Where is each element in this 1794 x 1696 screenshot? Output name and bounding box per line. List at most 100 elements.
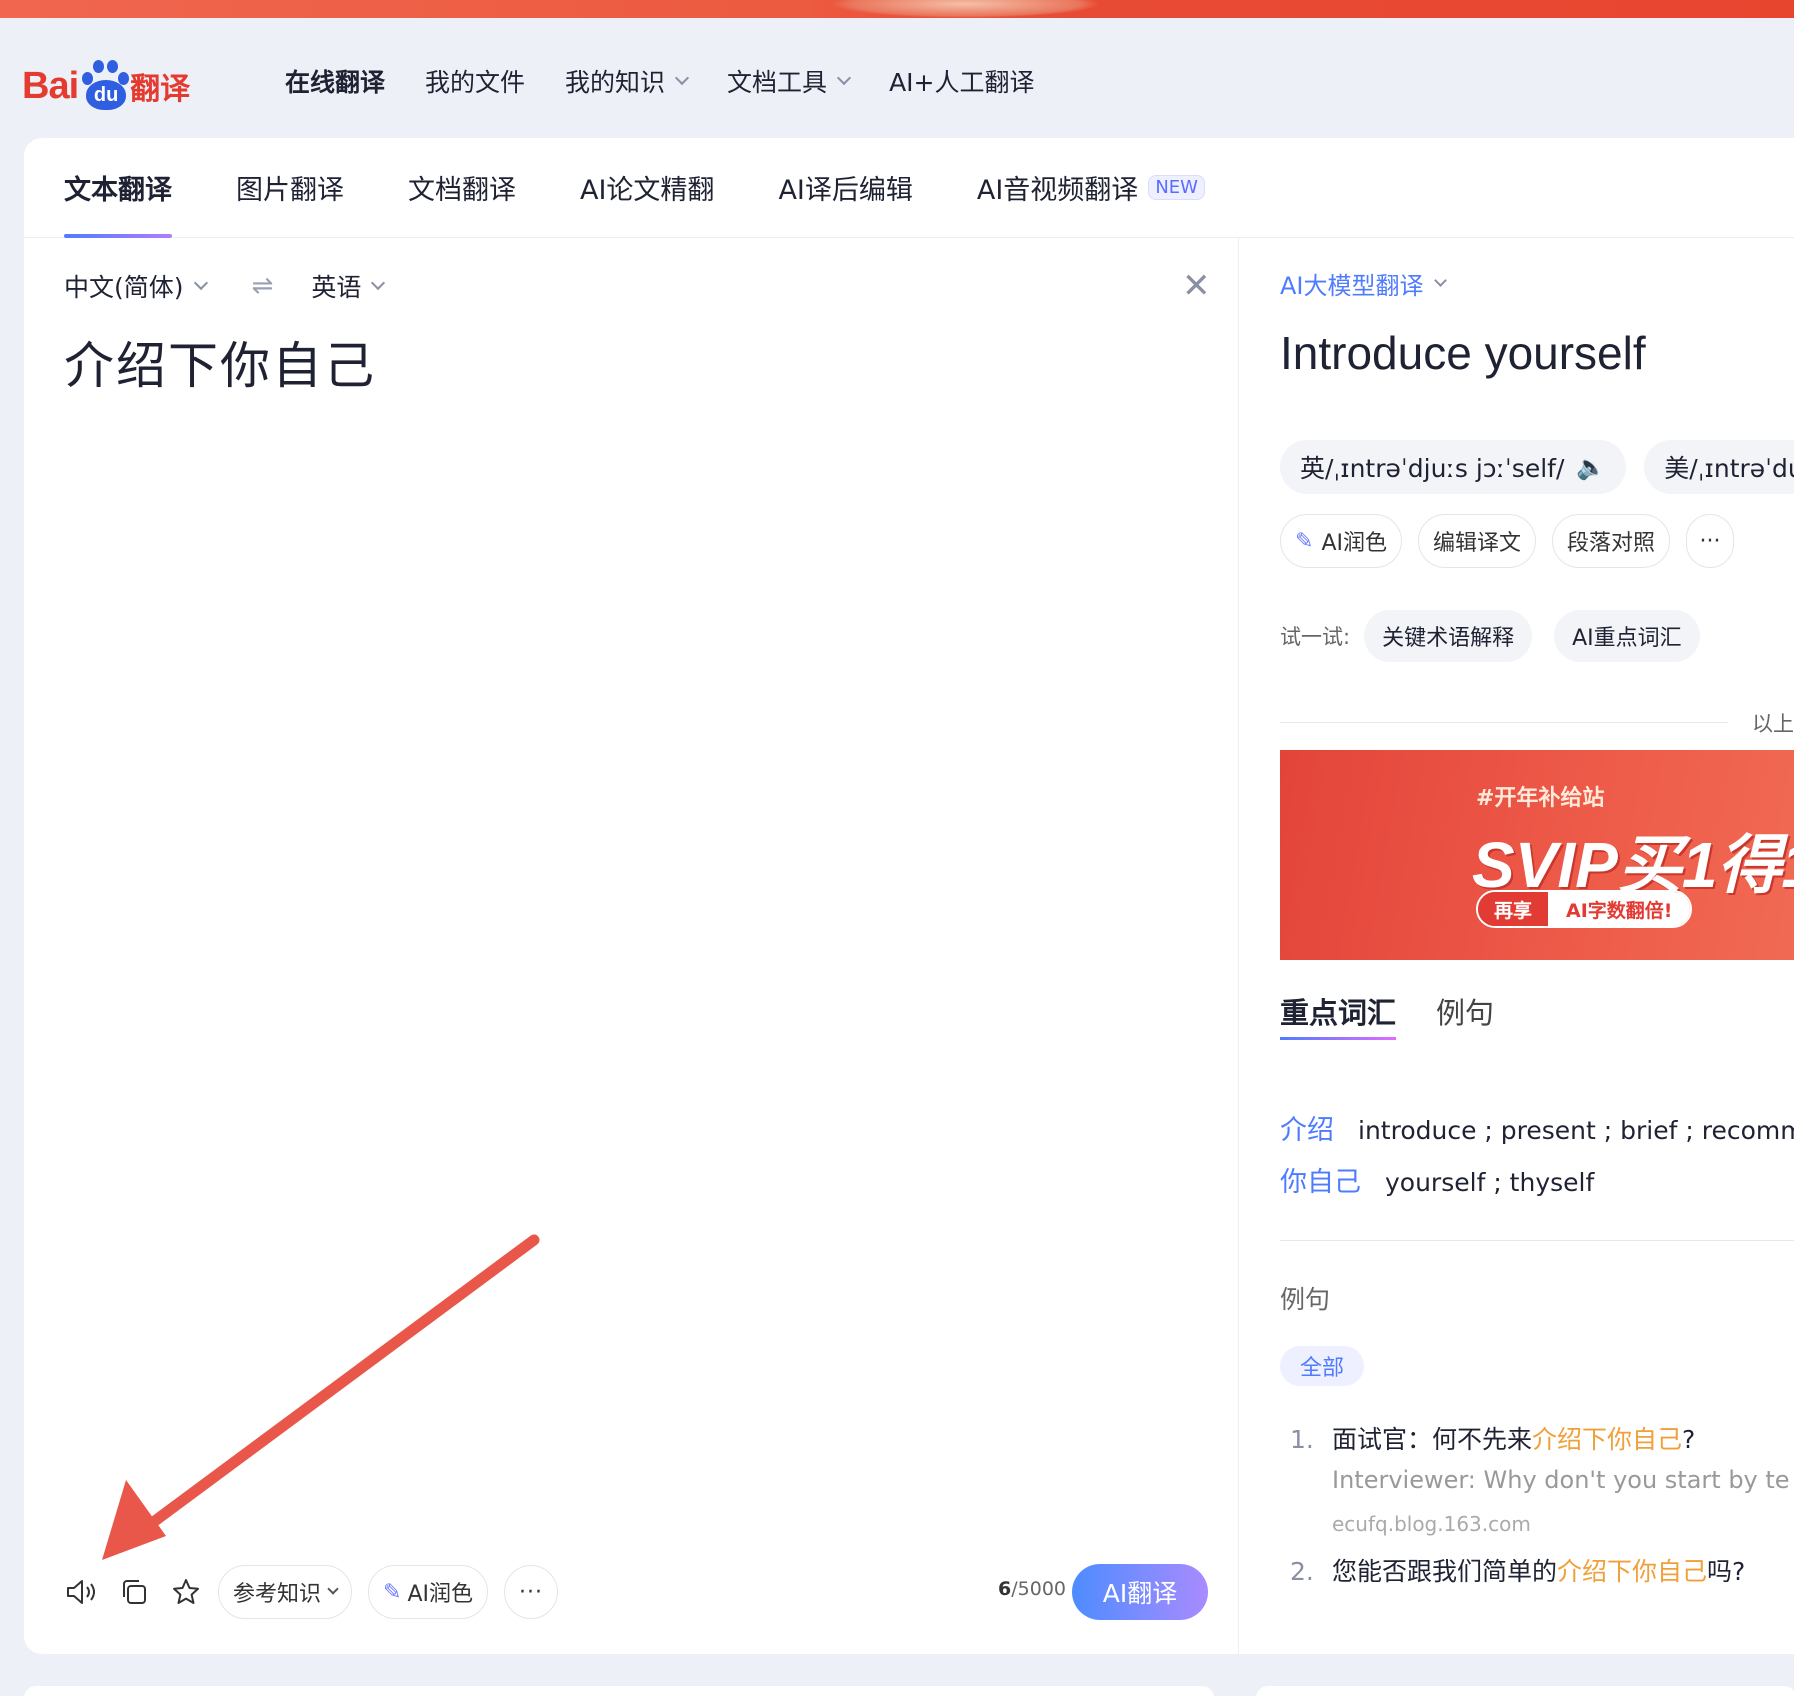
example-text: 您能否跟我们简单的 xyxy=(1332,1557,1558,1586)
magic-wand-icon: ✎ xyxy=(383,1579,402,1605)
filter-all-chip[interactable]: 全部 xyxy=(1280,1346,1365,1386)
target-language-label: 英语 xyxy=(311,273,362,302)
language-bar: 中文(简体) ⇌ 英语 xyxy=(64,266,386,306)
char-count-used: 6 xyxy=(998,1578,1012,1600)
nav-label: 我的文件 xyxy=(425,68,526,97)
example-text: ? xyxy=(1682,1425,1696,1454)
promo-tag: #开年补给站 xyxy=(1476,786,1605,811)
nav-label: 在线翻译 xyxy=(285,68,386,97)
try-label: 试一试: xyxy=(1280,625,1351,649)
example-text: 面试官：何不先来 xyxy=(1332,1425,1533,1454)
target-language-select[interactable]: 英语 xyxy=(311,268,386,304)
tab-examples[interactable]: 例句 xyxy=(1436,990,1494,1040)
paragraph-compare-button[interactable]: 段落对照 xyxy=(1552,514,1671,568)
promo-pill: 再享 AI字数翻倍! xyxy=(1476,890,1693,928)
speaker-icon[interactable] xyxy=(62,1572,102,1612)
char-counter: 6/5000 xyxy=(998,1578,1066,1600)
section-divider xyxy=(1280,1240,1794,1241)
example-source[interactable]: ecufq.blog.163.com xyxy=(1332,1512,1531,1536)
promo-pill-left: 再享 xyxy=(1478,892,1549,926)
tab-doc-translate[interactable]: 文档翻译 xyxy=(408,138,516,238)
tab-label: AI论文精翻 xyxy=(580,175,715,206)
mode-tabs: 文本翻译 图片翻译 文档翻译 AI论文精翻 AI译后编辑 AI音视频翻译 NEW xyxy=(24,138,1794,238)
nav-label: 文档工具 xyxy=(727,68,828,97)
translator-card: 文本翻译 图片翻译 文档翻译 AI论文精翻 AI译后编辑 AI音视频翻译 NEW … xyxy=(24,138,1794,1654)
example-highlight: 介绍下你自己 xyxy=(1532,1425,1683,1454)
clear-input-icon[interactable]: ✕ xyxy=(1182,266,1211,306)
model-label: AI大模型翻译 xyxy=(1280,272,1424,300)
lower-card-right xyxy=(1256,1686,1794,1696)
vocab-item: 介绍 introduce ; present ; brief ; recomm xyxy=(1280,1108,1794,1147)
example-highlight: 介绍下你自己 xyxy=(1557,1557,1708,1586)
swap-languages-icon[interactable]: ⇌ xyxy=(252,271,274,301)
divider-caption: 以上 xyxy=(1752,712,1794,736)
nav-item-ai-human-translate[interactable]: AI+人工翻译 xyxy=(889,63,1034,99)
ai-key-vocab-chip[interactable]: AI重点词汇 xyxy=(1554,610,1700,662)
reference-knowledge-button[interactable]: 参考知识 xyxy=(218,1565,353,1619)
nav-item-my-files[interactable]: 我的文件 xyxy=(425,63,525,99)
example-number: 2. xyxy=(1290,1557,1314,1586)
pane-divider xyxy=(1238,238,1239,1654)
source-toolbar: 参考知识 ✎ AI润色 ··· xyxy=(62,1564,574,1620)
nav-item-online-translate[interactable]: 在线翻译 xyxy=(285,63,385,99)
ai-translate-button[interactable]: AI翻译 xyxy=(1072,1564,1208,1620)
tab-label: 文档翻译 xyxy=(408,175,516,206)
baidu-translate-logo[interactable]: Bai du 翻译 xyxy=(22,56,190,116)
main-nav: 在线翻译 我的文件 我的知识 文档工具 AI+人工翻译 xyxy=(285,58,1075,104)
tab-ai-av-translate[interactable]: AI音视频翻译 NEW xyxy=(977,138,1205,238)
model-select[interactable]: AI大模型翻译 xyxy=(1280,266,1447,301)
action-label: 编辑译文 xyxy=(1432,531,1521,556)
site-header: Bai du 翻译 在线翻译 我的文件 我的知识 文档工具 AI+人工翻译 xyxy=(0,18,1794,138)
chevron-down-icon xyxy=(193,275,208,291)
magic-wand-icon: ✎ xyxy=(1295,528,1314,554)
vocab-word[interactable]: 介绍 xyxy=(1280,1108,1334,1147)
phonetic-label: 美/ˌɪntrəˈdu xyxy=(1664,454,1794,483)
copy-icon[interactable] xyxy=(114,1572,154,1612)
tab-label: AI音视频翻译 xyxy=(976,175,1139,206)
source-language-select[interactable]: 中文(简体) xyxy=(64,268,208,304)
vocab-definition: introduce ; present ; brief ; recomm xyxy=(1358,1116,1794,1145)
tab-key-vocab[interactable]: 重点词汇 xyxy=(1280,990,1397,1040)
banner-decoration xyxy=(830,0,1100,18)
example-text: 吗? xyxy=(1707,1557,1746,1586)
reference-knowledge-label: 参考知识 xyxy=(233,1582,322,1607)
tab-ai-post-edit[interactable]: AI译后编辑 xyxy=(778,138,912,238)
paw-icon: du xyxy=(80,58,130,114)
new-badge: NEW xyxy=(1148,175,1205,200)
tab-label: 文本翻译 xyxy=(64,175,172,206)
translation-output: Introduce yourself xyxy=(1280,327,1646,379)
ai-polish-label: AI润色 xyxy=(407,1582,473,1607)
tab-ai-paper[interactable]: AI论文精翻 xyxy=(580,138,714,238)
more-actions-button[interactable]: ··· xyxy=(1686,514,1735,568)
vocab-item: 你自己 yourself ; thyself xyxy=(1280,1160,1594,1199)
chevron-down-icon xyxy=(1433,274,1447,287)
tab-image-translate[interactable]: 图片翻译 xyxy=(236,138,344,238)
chevron-down-icon xyxy=(371,275,386,291)
more-options-button[interactable]: ··· xyxy=(504,1565,558,1619)
logo-text-cn: 翻译 xyxy=(130,72,191,107)
phonetic-us[interactable]: 美/ˌɪntrəˈdu xyxy=(1644,440,1794,494)
ai-polish-button[interactable]: ✎ AI润色 xyxy=(368,1565,488,1619)
nav-item-doc-tools[interactable]: 文档工具 xyxy=(727,63,852,99)
key-terms-chip[interactable]: 关键术语解释 xyxy=(1364,610,1533,662)
star-icon[interactable] xyxy=(166,1572,206,1612)
promo-banner[interactable]: #开年补给站 SVIP买1得1 再享 AI字数翻倍! xyxy=(1280,750,1794,960)
ai-polish-result-button[interactable]: ✎ AI润色 xyxy=(1280,514,1402,568)
nav-label: AI+人工翻译 xyxy=(889,68,1035,97)
promo-pill-right: AI字数翻倍! xyxy=(1548,892,1691,926)
phonetics-row: 英/ˌɪntrəˈdjuːs jɔːˈself/ 🔈 美/ˌɪntrəˈdu xyxy=(1280,440,1794,494)
source-text-input[interactable]: 介绍下你自己 xyxy=(64,326,376,398)
example-sentence: 1. 面试官：何不先来介绍下你自己? xyxy=(1280,1420,1695,1456)
nav-label: 我的知识 xyxy=(565,68,666,97)
result-pane: AI大模型翻译 Introduce yourself 英/ˌɪntrəˈdjuː… xyxy=(1280,238,1794,1654)
edit-translation-button[interactable]: 编辑译文 xyxy=(1417,514,1536,568)
nav-item-my-knowledge[interactable]: 我的知识 xyxy=(565,63,690,99)
phonetic-uk[interactable]: 英/ˌɪntrəˈdjuːs jɔːˈself/ 🔈 xyxy=(1280,440,1627,494)
vocab-word[interactable]: 你自己 xyxy=(1280,1160,1361,1199)
phonetic-label: 英/ˌɪntrəˈdjuːs jɔːˈself/ xyxy=(1300,454,1565,483)
chevron-down-icon xyxy=(836,70,852,86)
example-number: 1. xyxy=(1290,1425,1314,1454)
try-row: 试一试: 关键术语解释 AI重点词汇 xyxy=(1280,610,1722,662)
result-actions: ✎ AI润色 编辑译文 段落对照 ··· xyxy=(1280,514,1750,568)
tab-text-translate[interactable]: 文本翻译 xyxy=(64,138,172,238)
